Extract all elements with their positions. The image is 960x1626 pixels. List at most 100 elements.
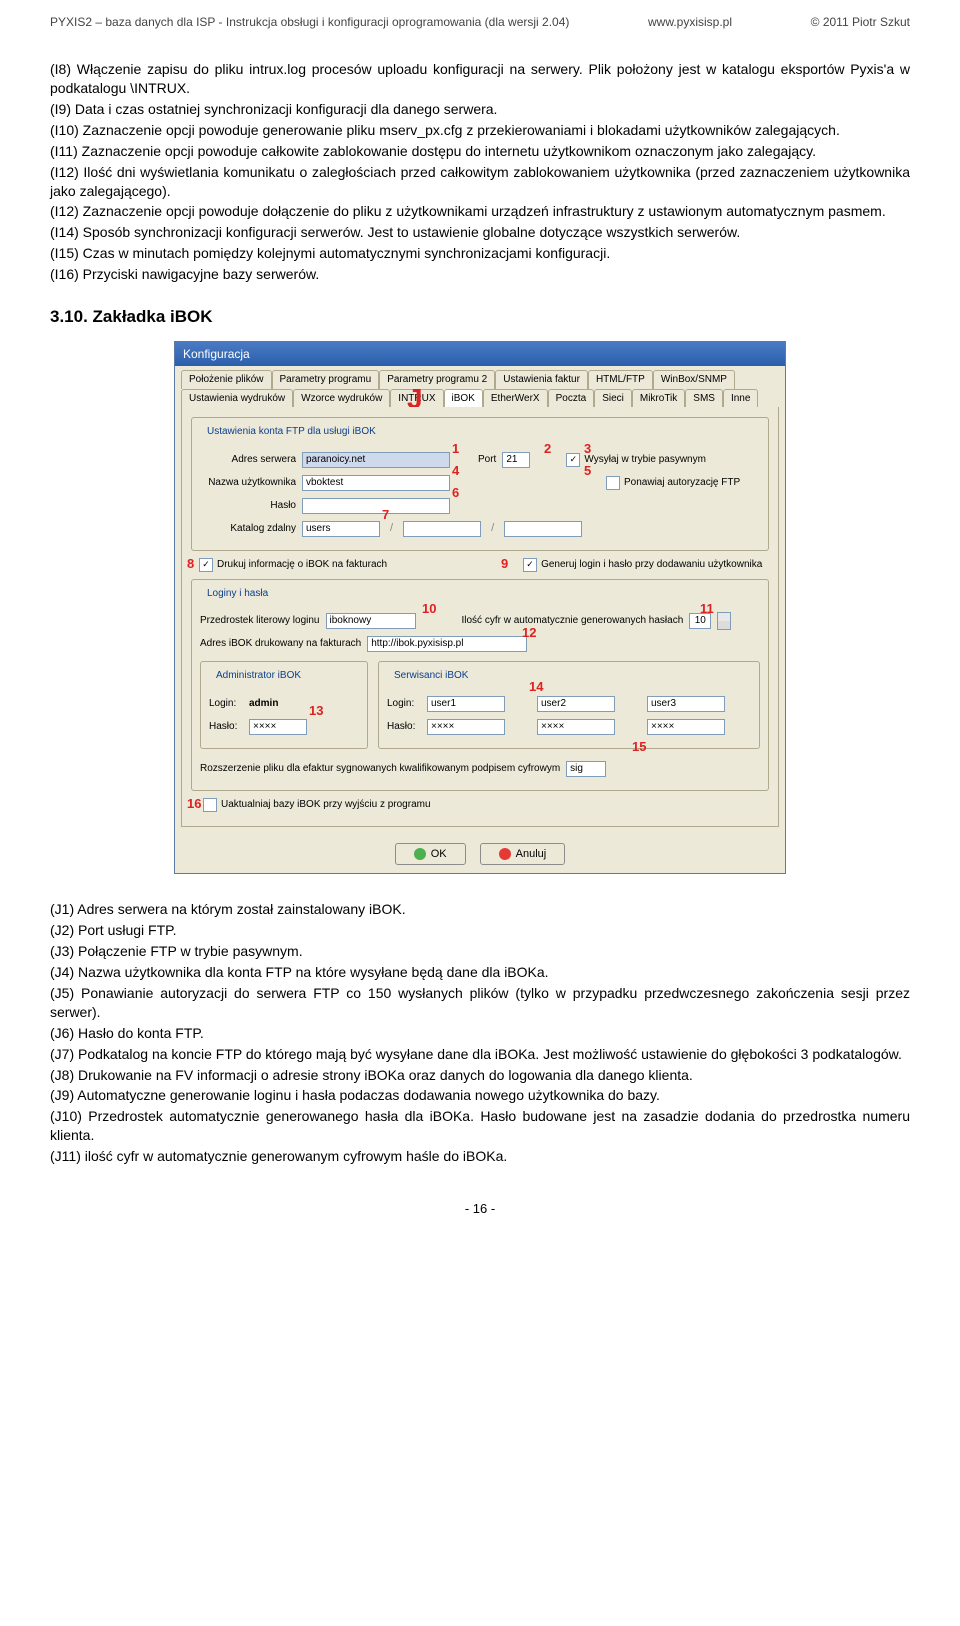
label-remote: Katalog zdalny <box>200 522 296 536</box>
input-admin-pass[interactable]: ×××× <box>249 719 307 735</box>
page-number: - 16 - <box>50 1200 910 1218</box>
tab-ustawienia-wydrukow[interactable]: Ustawienia wydruków <box>181 389 293 408</box>
tab-inne[interactable]: Inne <box>723 389 758 408</box>
label-port: Port <box>478 453 496 467</box>
input-pass3[interactable]: ×××× <box>647 719 725 735</box>
tab-parametry-programu[interactable]: Parametry programu <box>272 370 380 389</box>
input-remote-3[interactable] <box>504 521 582 537</box>
checkbox-reauth-label: Ponawiaj autoryzację FTP <box>624 476 740 490</box>
text-j11: (J11) ilość cyfr w automatycznie generow… <box>50 1147 910 1166</box>
text-j1: (J1) Adres serwera na którym został zain… <box>50 900 910 919</box>
tab-polozenie-plikow[interactable]: Położenie plików <box>181 370 272 389</box>
group-admin-title: Administrator iBOK <box>213 669 304 683</box>
marker-13: 13 <box>309 702 323 720</box>
input-pass[interactable] <box>302 498 450 514</box>
spinner-digits[interactable] <box>717 612 731 630</box>
tab-sieci[interactable]: Sieci <box>594 389 632 408</box>
text-j5: (J5) Ponawianie autoryzacji do serwera F… <box>50 984 910 1022</box>
checkbox-print-fv-label: Drukuj informację o iBOK na fakturach <box>217 558 387 572</box>
group-login-title: Loginy i hasła <box>204 587 271 601</box>
group-serv: Serwisanci iBOK Login: user1 14 user2 us… <box>378 661 760 749</box>
input-user[interactable]: vboktest <box>302 475 450 491</box>
tab-sms[interactable]: SMS <box>685 389 723 408</box>
tab-html-ftp[interactable]: HTML/FTP <box>588 370 653 389</box>
marker-3: 3 <box>584 440 591 458</box>
tab-ibok[interactable]: iBOK <box>444 389 483 408</box>
tab-etherwerx[interactable]: EtherWerX <box>483 389 548 408</box>
tabs-area: Położenie plików Parametry programu Para… <box>175 366 785 407</box>
tab-ustawienia-faktur[interactable]: Ustawienia faktur <box>495 370 588 389</box>
ok-icon <box>414 848 426 860</box>
ok-button[interactable]: OK <box>395 843 466 866</box>
input-port[interactable]: 21 <box>502 452 530 468</box>
marker-2: 2 <box>544 440 551 458</box>
tab-poczta[interactable]: Poczta <box>548 389 595 408</box>
tab-winbox-snmp[interactable]: WinBox/SNMP <box>653 370 735 389</box>
slash-1: / <box>390 521 393 536</box>
header-center: www.pyxisisp.pl <box>648 14 732 30</box>
checkbox-passive-label: Wysyłaj w trybie pasywnym <box>584 453 706 467</box>
input-remote[interactable]: users <box>302 521 380 537</box>
label-server: Adres serwera <box>200 453 296 467</box>
text-i12a: (I12) Ilość dni wyświetlania komunikatu … <box>50 163 910 201</box>
marker-11: 11 <box>700 600 714 618</box>
page-header: PYXIS2 – baza danych dla ISP - Instrukcj… <box>50 0 910 30</box>
label-url: Adres iBOK drukowany na fakturach <box>200 637 361 651</box>
tab-wzorce-wydrukow[interactable]: Wzorce wydruków <box>293 389 390 408</box>
checkbox-update[interactable]: Uaktualniaj bazy iBOK przy wyjściu z pro… <box>203 798 431 812</box>
cancel-button-label: Anuluj <box>516 847 547 862</box>
marker-15: 15 <box>632 738 646 756</box>
text-i10: (I10) Zaznaczenie opcji powoduje generow… <box>50 121 910 140</box>
label-serv-login: Login: <box>387 697 421 711</box>
marker-5: 5 <box>584 462 591 480</box>
input-user3[interactable]: user3 <box>647 696 725 712</box>
input-server[interactable]: paranoicy.net <box>302 452 450 468</box>
dialog-titlebar: Konfiguracja <box>175 342 785 366</box>
text-j7: (J7) Podkatalog na koncie FTP do którego… <box>50 1045 910 1064</box>
text-i14: (I14) Sposób synchronizacji konfiguracji… <box>50 223 910 242</box>
tab-mikrotik[interactable]: MikroTik <box>632 389 685 408</box>
input-user1[interactable]: user1 <box>427 696 505 712</box>
input-pass2[interactable]: ×××× <box>537 719 615 735</box>
input-ext[interactable]: sig <box>566 761 606 777</box>
marker-9: 9 <box>501 555 508 573</box>
input-prefix[interactable]: iboknowy <box>326 613 416 629</box>
label-user: Nazwa użytkownika <box>200 476 296 490</box>
text-i15: (I15) Czas w minutach pomiędzy kolejnymi… <box>50 244 910 263</box>
dialog-buttons: OK Anuluj <box>175 833 785 874</box>
checkbox-gen-login-label: Generuj login i hasło przy dodawaniu uży… <box>541 558 762 572</box>
checkbox-update-label: Uaktualniaj bazy iBOK przy wyjściu z pro… <box>221 798 431 812</box>
marker-6: 6 <box>452 484 459 502</box>
text-i8: (I8) Włączenie zapisu do pliku intrux.lo… <box>50 60 910 98</box>
text-i11: (I11) Zaznaczenie opcji powoduje całkowi… <box>50 142 910 161</box>
tab-parametry-programu-2[interactable]: Parametry programu 2 <box>379 370 495 389</box>
text-j9: (J9) Automatyczne generowanie loginu i h… <box>50 1086 910 1105</box>
text-j2: (J2) Port usługi FTP. <box>50 921 910 940</box>
text-j8: (J8) Drukowanie na FV informacji o adres… <box>50 1066 910 1085</box>
checkbox-gen-login[interactable]: ✓Generuj login i hasło przy dodawaniu uż… <box>523 558 762 572</box>
cancel-icon <box>499 848 511 860</box>
checkbox-reauth[interactable]: Ponawiaj autoryzację FTP <box>606 476 740 490</box>
text-j4: (J4) Nazwa użytkownika dla konta FTP na … <box>50 963 910 982</box>
input-remote-2[interactable] <box>403 521 481 537</box>
checkbox-print-fv[interactable]: ✓Drukuj informację o iBOK na fakturach <box>199 558 387 572</box>
input-user2[interactable]: user2 <box>537 696 615 712</box>
header-left: PYXIS2 – baza danych dla ISP - Instrukcj… <box>50 14 569 30</box>
marker-12: 12 <box>522 624 536 642</box>
text-i9: (I9) Data i czas ostatniej synchronizacj… <box>50 100 910 119</box>
group-serv-title: Serwisanci iBOK <box>391 669 471 683</box>
label-admin-pass: Hasło: <box>209 720 243 734</box>
label-pass: Hasło <box>200 499 296 513</box>
group-login: Loginy i hasła Przedrostek literowy logi… <box>191 579 769 791</box>
marker-1: 1 <box>452 440 459 458</box>
header-right: © 2011 Piotr Szkut <box>811 14 910 30</box>
cancel-button[interactable]: Anuluj <box>480 843 566 866</box>
marker-14: 14 <box>529 678 543 696</box>
text-j3: (J3) Połączenie FTP w trybie pasywnym. <box>50 942 910 961</box>
text-j6: (J6) Hasło do konta FTP. <box>50 1024 910 1043</box>
label-digits: Ilość cyfr w automatycznie generowanych … <box>462 614 684 628</box>
group-ftp-title: Ustawienia konta FTP dla usługi iBOK <box>204 425 379 439</box>
slash-2: / <box>491 521 494 536</box>
input-pass1[interactable]: ×××× <box>427 719 505 735</box>
input-url[interactable]: http://ibok.pyxisisp.pl <box>367 636 527 652</box>
